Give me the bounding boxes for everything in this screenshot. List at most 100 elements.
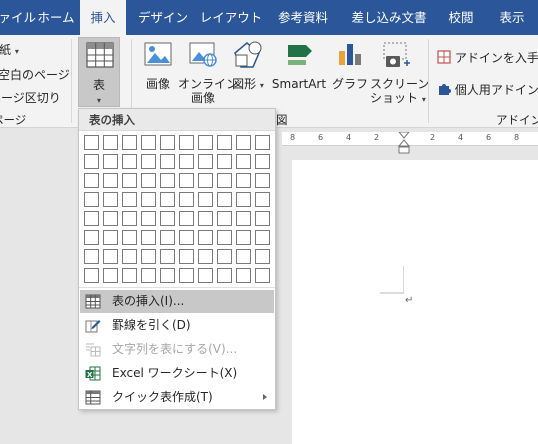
grid-cell[interactable] <box>255 249 270 264</box>
grid-cell[interactable] <box>84 192 99 207</box>
grid-cell[interactable] <box>103 230 118 245</box>
grid-cell[interactable] <box>198 249 213 264</box>
grid-cell[interactable] <box>255 268 270 283</box>
grid-cell[interactable] <box>236 154 251 169</box>
tab-layout[interactable]: レイアウト <box>198 0 264 35</box>
grid-cell[interactable] <box>217 173 232 188</box>
grid-cell[interactable] <box>255 173 270 188</box>
grid-cell[interactable] <box>255 154 270 169</box>
tab-view[interactable]: 表示 <box>490 0 534 35</box>
my-addins-button[interactable]: 個人用アドイン <box>437 81 538 98</box>
grid-cell[interactable] <box>255 211 270 226</box>
grid-cell[interactable] <box>84 135 99 150</box>
grid-cell[interactable] <box>198 173 213 188</box>
grid-cell[interactable] <box>160 268 175 283</box>
grid-cell[interactable] <box>198 268 213 283</box>
indent-marker-icon[interactable] <box>398 132 410 156</box>
grid-cell[interactable] <box>141 135 156 150</box>
grid-cell[interactable] <box>103 135 118 150</box>
grid-cell[interactable] <box>84 211 99 226</box>
grid-cell[interactable] <box>103 154 118 169</box>
grid-cell[interactable] <box>198 135 213 150</box>
grid-cell[interactable] <box>217 192 232 207</box>
grid-cell[interactable] <box>217 268 232 283</box>
grid-cell[interactable] <box>198 154 213 169</box>
grid-cell[interactable] <box>179 211 194 226</box>
grid-cell[interactable] <box>236 249 251 264</box>
grid-cell[interactable] <box>141 154 156 169</box>
grid-cell[interactable] <box>84 249 99 264</box>
tab-file[interactable]: ファイル <box>0 0 36 35</box>
grid-cell[interactable] <box>236 230 251 245</box>
online-pictures-button[interactable]: オンライン 画像 <box>178 37 238 107</box>
blank-page-button[interactable]: 空白のページ <box>0 66 70 83</box>
grid-cell[interactable] <box>103 211 118 226</box>
grid-cell[interactable] <box>236 211 251 226</box>
grid-cell[interactable] <box>179 192 194 207</box>
tab-design[interactable]: デザイン <box>132 0 194 35</box>
document-page[interactable]: ↵ <box>292 160 538 444</box>
tab-home[interactable]: ホーム <box>32 0 80 35</box>
grid-cell[interactable] <box>217 135 232 150</box>
grid-cell[interactable] <box>217 211 232 226</box>
tab-insert[interactable]: 挿入 <box>80 0 126 35</box>
grid-cell[interactable] <box>217 230 232 245</box>
grid-cell[interactable] <box>103 268 118 283</box>
grid-cell[interactable] <box>141 173 156 188</box>
grid-cell[interactable] <box>122 192 137 207</box>
grid-cell[interactable] <box>84 230 99 245</box>
grid-cell[interactable] <box>236 268 251 283</box>
cover-page-button[interactable]: 紙 ▾ <box>0 41 19 58</box>
grid-cell[interactable] <box>179 268 194 283</box>
grid-cell[interactable] <box>217 154 232 169</box>
table-size-grid[interactable] <box>84 135 274 288</box>
grid-cell[interactable] <box>160 249 175 264</box>
grid-cell[interactable] <box>160 135 175 150</box>
insert-table-menu-item[interactable]: 表の挿入(I)... <box>80 290 274 313</box>
grid-cell[interactable] <box>141 192 156 207</box>
grid-cell[interactable] <box>122 135 137 150</box>
grid-cell[interactable] <box>160 211 175 226</box>
grid-cell[interactable] <box>198 211 213 226</box>
grid-cell[interactable] <box>103 192 118 207</box>
grid-cell[interactable] <box>236 135 251 150</box>
page-break-button[interactable]: ページ区切り <box>0 89 61 106</box>
grid-cell[interactable] <box>141 211 156 226</box>
grid-cell[interactable] <box>122 249 137 264</box>
grid-cell[interactable] <box>160 154 175 169</box>
get-addins-button[interactable]: アドインを入手 <box>437 49 538 66</box>
tab-references[interactable]: 参考資料 <box>270 0 336 35</box>
quick-tables-menu-item[interactable]: クイック表作成(T) <box>80 386 274 409</box>
grid-cell[interactable] <box>141 268 156 283</box>
grid-cell[interactable] <box>160 230 175 245</box>
grid-cell[interactable] <box>179 135 194 150</box>
tab-review[interactable]: 校閲 <box>440 0 482 35</box>
grid-cell[interactable] <box>160 173 175 188</box>
chart-button[interactable]: グラフ <box>331 37 369 107</box>
grid-cell[interactable] <box>141 249 156 264</box>
convert-text-to-table-menu-item[interactable]: 文字列を表にする(V)... <box>80 338 274 361</box>
grid-cell[interactable] <box>198 230 213 245</box>
shapes-button[interactable]: 図形 ▾ <box>229 37 267 107</box>
grid-cell[interactable] <box>255 135 270 150</box>
pictures-button[interactable]: 画像 <box>139 37 177 107</box>
grid-cell[interactable] <box>236 173 251 188</box>
smartart-button[interactable]: SmartArt <box>268 37 330 107</box>
excel-worksheet-menu-item[interactable]: X Excel ワークシート(X) <box>80 362 274 385</box>
grid-cell[interactable] <box>179 154 194 169</box>
grid-cell[interactable] <box>141 230 156 245</box>
horizontal-ruler[interactable]: 8 6 4 2 2 4 6 8 <box>282 132 538 154</box>
grid-cell[interactable] <box>217 249 232 264</box>
tab-mailings[interactable]: 差し込み文書 <box>344 0 434 35</box>
grid-cell[interactable] <box>179 249 194 264</box>
grid-cell[interactable] <box>122 230 137 245</box>
grid-cell[interactable] <box>122 154 137 169</box>
grid-cell[interactable] <box>122 173 137 188</box>
grid-cell[interactable] <box>179 173 194 188</box>
grid-cell[interactable] <box>122 268 137 283</box>
grid-cell[interactable] <box>84 154 99 169</box>
grid-cell[interactable] <box>103 249 118 264</box>
screenshot-button[interactable]: スクリーン ショット ▾ <box>370 37 429 107</box>
grid-cell[interactable] <box>236 192 251 207</box>
grid-cell[interactable] <box>84 268 99 283</box>
